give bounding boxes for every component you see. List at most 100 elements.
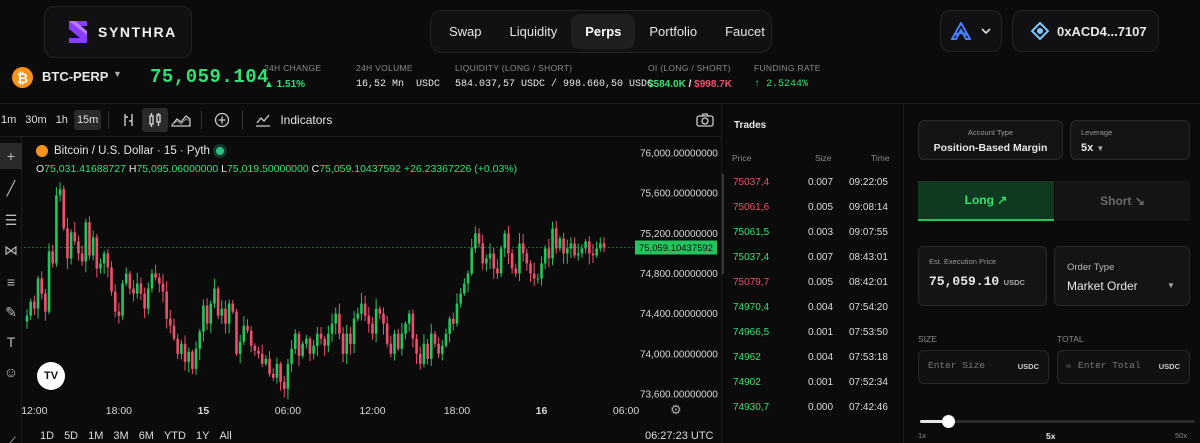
account-type-selector[interactable]: Account Type Position-Based Margin [918, 120, 1063, 160]
nav-liquidity[interactable]: Liquidity [496, 14, 572, 49]
trade-row: 74962 0.004 07:53:18 [722, 352, 904, 377]
leverage-slider-knob[interactable] [941, 415, 955, 428]
candle-body [305, 338, 308, 344]
wallet-address: 0xACD4...7107 [1057, 23, 1147, 39]
size-input[interactable] [928, 360, 1018, 371]
range-3m[interactable]: 3M [113, 430, 128, 442]
chevron-down-icon: ▼ [1096, 144, 1105, 153]
leverage-selector[interactable]: Leverage 5x ▼ [1070, 120, 1190, 160]
trade-row: 75037,4 0.007 09:22:05 [722, 177, 904, 202]
candle-body [102, 253, 106, 264]
network-selector[interactable] [940, 10, 1002, 52]
range-1m[interactable]: 1M [88, 430, 103, 442]
range-ytd[interactable]: YTD [164, 430, 186, 442]
candle-body [558, 238, 562, 249]
size-field[interactable]: USDC [918, 350, 1049, 384]
total-field[interactable]: ≈ USDC [1057, 350, 1190, 384]
candle-body [84, 222, 88, 262]
trade-size: 0.007 [808, 177, 834, 188]
indicators-button[interactable]: Indicators [280, 113, 332, 127]
leverage-slider[interactable] [920, 415, 1195, 428]
timeframe-30m[interactable]: 30m [22, 110, 49, 130]
candle-body [385, 323, 389, 344]
candle-body [393, 333, 396, 354]
trade-row: 74970,4 0.004 07:54:20 [722, 302, 904, 327]
candle-body [312, 345, 315, 354]
volume-amount: 16,52 Mn [356, 79, 405, 90]
range-1d[interactable]: 1D [40, 430, 54, 442]
candle-body [209, 303, 213, 324]
candle-body [492, 253, 496, 269]
range-1y[interactable]: 1Y [196, 430, 209, 442]
stat-label: 24H CHANGE [264, 63, 322, 73]
timeframe-1m[interactable]: 1m [0, 110, 19, 130]
short-tab[interactable]: Short ↘ [1055, 181, 1190, 221]
text-tool-icon[interactable]: T [0, 329, 22, 355]
liquidity-value: 584.037,57 USDC / 998.660,50 USDC [455, 79, 654, 90]
fib-icon[interactable]: ≡ [0, 269, 22, 295]
candle-body [363, 303, 367, 316]
trade-time: 07:52:34 [849, 377, 888, 388]
trade-time: 07:53:50 [849, 327, 888, 338]
candle-body [444, 333, 448, 346]
candle-body [169, 318, 172, 326]
brand-logo[interactable]: SYNTHRA [44, 6, 192, 58]
brush-icon[interactable]: ✎ [0, 299, 22, 325]
x-tick-label: 06:00 [613, 405, 639, 417]
candles-icon[interactable] [142, 108, 169, 132]
ruler-icon[interactable]: ⟋ [0, 429, 22, 443]
trade-time: 09:08:14 [849, 202, 888, 213]
order-type-selector[interactable]: Order Type Market Order ▼ [1054, 246, 1190, 306]
indicators-icon[interactable] [250, 108, 276, 132]
arrow-down-right-icon: ↘ [1134, 194, 1145, 208]
candle-body [356, 313, 360, 319]
chart-settings-gear-icon[interactable]: ⚙ [670, 402, 682, 418]
horizontal-lines-icon[interactable]: ☰ [0, 207, 22, 233]
wallet-button[interactable]: 0xACD4...7107 [1012, 10, 1159, 52]
trade-size: 0.005 [808, 277, 834, 288]
tradingview-logo[interactable]: TV [37, 362, 65, 390]
range-all[interactable]: All [219, 430, 231, 442]
emoji-icon[interactable]: ☺ [0, 359, 22, 385]
range-6m[interactable]: 6M [139, 430, 154, 442]
timeframe-15m[interactable]: 15m [73, 110, 102, 130]
candle-body [503, 233, 507, 249]
candle-body [290, 348, 293, 364]
oi-long: $584.0K [648, 79, 686, 90]
nav-swap[interactable]: Swap [435, 14, 496, 49]
candle-body [286, 363, 290, 389]
price-chart-panel: 1m 30m 1h 15m Indicators + ╱ ☰ ⋈ ≡ ✎ T ☺… [0, 104, 722, 443]
candle-body [161, 283, 165, 292]
slider-mid-label: 5x [1046, 431, 1056, 441]
candle-body [257, 350, 260, 354]
y-tick-label: 73,600.00000000 [640, 389, 718, 400]
candle-body [437, 343, 440, 354]
trades-scrollbar[interactable] [722, 174, 724, 274]
nav-portfolio[interactable]: Portfolio [635, 14, 711, 49]
chevron-down-icon [981, 28, 991, 34]
est-price-label: Est. Execution Price [929, 257, 997, 266]
candle-body [341, 333, 345, 354]
market-pair[interactable]: BTC-PERP [42, 69, 108, 84]
pair-dropdown-icon[interactable]: ▼ [113, 69, 122, 79]
trendline-icon[interactable]: ╱ [0, 175, 22, 201]
trade-price: 74966,5 [733, 327, 770, 338]
crosshair-icon[interactable]: + [0, 143, 22, 169]
candle-body [474, 233, 477, 249]
col-time: Time [871, 153, 890, 163]
timeframe-1h[interactable]: 1h [53, 110, 71, 130]
add-indicator-icon[interactable] [209, 108, 235, 132]
candle-body [216, 288, 220, 316]
long-tab[interactable]: Long ↗ [918, 181, 1054, 221]
pattern-icon[interactable]: ⋈ [0, 237, 22, 263]
range-5d[interactable]: 5D [64, 430, 78, 442]
candle-body [205, 305, 209, 324]
candle-body [165, 291, 168, 319]
total-input[interactable] [1078, 360, 1158, 371]
screenshot-camera-icon[interactable] [692, 108, 718, 132]
nav-perps[interactable]: Perps [571, 14, 636, 49]
y-tick-label: 76,000.00000000 [640, 149, 718, 160]
compare-icon[interactable] [116, 108, 142, 132]
area-chart-icon[interactable] [168, 108, 194, 132]
nav-faucet[interactable]: Faucet [711, 14, 779, 49]
